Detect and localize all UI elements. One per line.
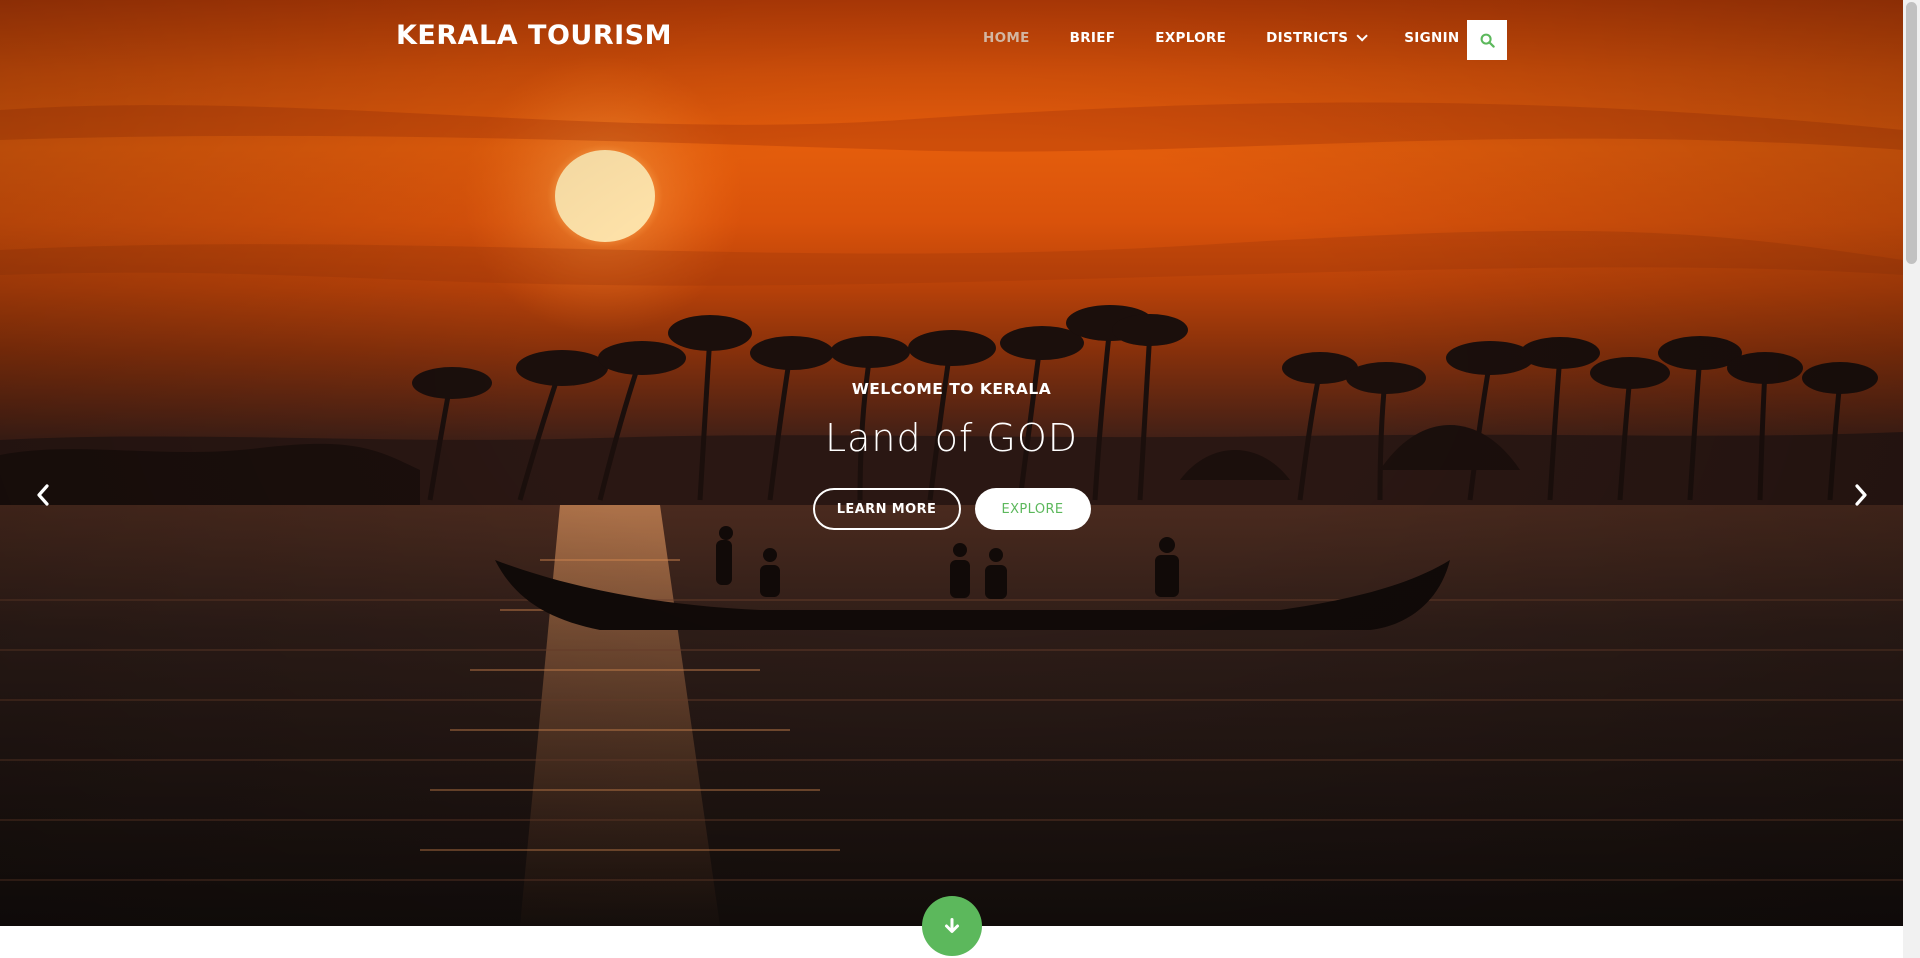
nav-item-label: DISTRICTS [1266, 30, 1349, 46]
nav-item-districts[interactable]: DISTRICTS [1266, 30, 1369, 46]
hero-cta-row: LEARN MORE EXPLORE [0, 488, 1903, 530]
site-header: KERALA TOURISM HOME BRIEF EXPLORE DISTRI… [0, 0, 1903, 80]
search-button[interactable] [1467, 20, 1507, 60]
learn-more-button[interactable]: LEARN MORE [812, 488, 961, 530]
hero-kicker: WELCOME TO KERALA [851, 380, 1052, 398]
nav-item-label: EXPLORE [1155, 30, 1227, 46]
nav-item-label: BRIEF [1069, 30, 1116, 46]
arrow-down-icon [945, 918, 959, 933]
chevron-down-icon [1356, 30, 1369, 42]
site-logo[interactable]: KERALA TOURISM [396, 20, 672, 51]
search-icon [1480, 33, 1495, 48]
explore-button[interactable]: EXPLORE [974, 488, 1091, 530]
nav-item-explore[interactable]: EXPLORE [1155, 30, 1226, 46]
nav-item-label: SIGNIN [1404, 30, 1460, 46]
nav-item-label: HOME [983, 30, 1030, 46]
nav-item-brief[interactable]: BRIEF [1070, 30, 1116, 46]
scroll-down-button[interactable] [922, 896, 982, 956]
chevron-right-icon [1855, 484, 1867, 506]
hero-headline: Land of GOD [824, 416, 1079, 460]
page-viewport: KERALA TOURISM HOME BRIEF EXPLORE DISTRI… [0, 0, 1903, 958]
hero-caption: WELCOME TO KERALA Land of GOD LEARN MORE… [0, 380, 1903, 530]
carousel-prev-button[interactable] [28, 480, 58, 510]
nav-item-home[interactable]: HOME [983, 30, 1030, 46]
main-nav: HOME BRIEF EXPLORE DISTRICTS SIGNIN [983, 30, 1500, 46]
chevron-left-icon [37, 484, 49, 506]
page-scrollbar[interactable] [1903, 0, 1920, 958]
scrollbar-thumb[interactable] [1906, 2, 1917, 264]
carousel-next-button[interactable] [1846, 480, 1876, 510]
nav-item-signin[interactable]: SIGNIN [1404, 30, 1459, 46]
